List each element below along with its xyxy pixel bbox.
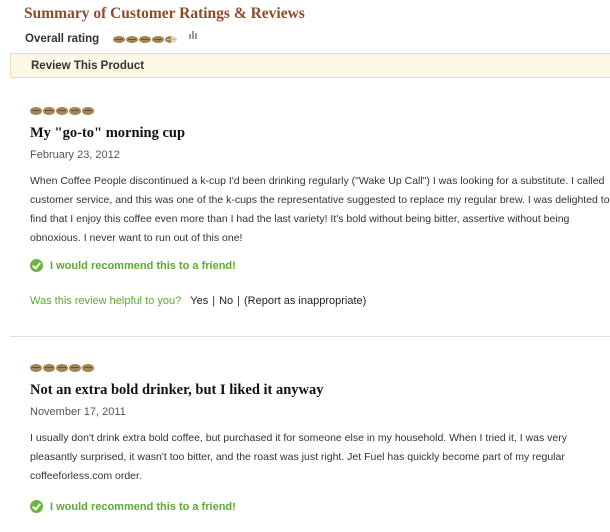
coffee-bean-icon <box>82 107 94 115</box>
summary-title: Summary of Customer Ratings & Reviews <box>24 5 305 22</box>
coffee-bean-icon <box>113 35 126 43</box>
review-rating-beans <box>30 364 95 372</box>
coffee-bean-icon <box>56 107 68 115</box>
helpful-no-link[interactable]: No <box>219 295 233 307</box>
bar-chart-icon[interactable] <box>189 30 198 39</box>
review-title: Not an extra bold drinker, but I liked i… <box>30 382 324 398</box>
coffee-bean-half-icon <box>165 35 178 43</box>
coffee-bean-icon <box>56 364 68 372</box>
report-inappropriate-link[interactable]: (Report as inappropriate) <box>244 295 366 307</box>
recommend-text: I would recommend this to a friend! <box>50 259 236 272</box>
recommend-badge: I would recommend this to a friend! <box>30 259 236 272</box>
checkmark-icon <box>30 500 43 513</box>
coffee-bean-icon <box>30 107 42 115</box>
review-body: When Coffee People discontinued a k-cup … <box>30 175 610 244</box>
review-date: November 17, 2011 <box>30 406 126 418</box>
review-title: My "go-to" morning cup <box>30 125 186 141</box>
overall-rating-label: Overall rating <box>25 33 100 45</box>
recommend-text: I would recommend this to a friend! <box>50 500 236 513</box>
coffee-bean-icon <box>43 107 55 115</box>
overall-rating-beans <box>113 35 178 43</box>
coffee-bean-icon <box>139 35 152 43</box>
coffee-bean-icon <box>69 364 81 372</box>
overall-rating-row: Overall rating <box>25 30 198 47</box>
review-body: I usually don't drink extra bold coffee,… <box>30 432 568 482</box>
recommend-badge: I would recommend this to a friend! <box>30 500 236 513</box>
review-date: February 23, 2012 <box>30 149 120 161</box>
coffee-bean-icon <box>43 364 55 372</box>
helpful-yes-link[interactable]: Yes <box>190 295 208 307</box>
separator: | <box>212 295 216 307</box>
coffee-bean-icon <box>69 107 81 115</box>
checkmark-icon <box>30 259 43 272</box>
coffee-bean-icon <box>82 364 94 372</box>
review-this-product-link[interactable]: Review This Product <box>31 60 144 72</box>
review-divider <box>10 336 610 337</box>
review-this-product-bar[interactable]: Review This Product <box>10 53 610 78</box>
coffee-bean-icon <box>30 364 42 372</box>
separator: | <box>237 295 241 307</box>
helpful-prompt: Was this review helpful to you? Yes | No |(… <box>30 295 366 307</box>
review-rating-beans <box>30 107 95 115</box>
coffee-bean-icon <box>126 35 139 43</box>
coffee-bean-icon <box>152 35 165 43</box>
helpful-question: Was this review helpful to you? <box>30 295 182 307</box>
